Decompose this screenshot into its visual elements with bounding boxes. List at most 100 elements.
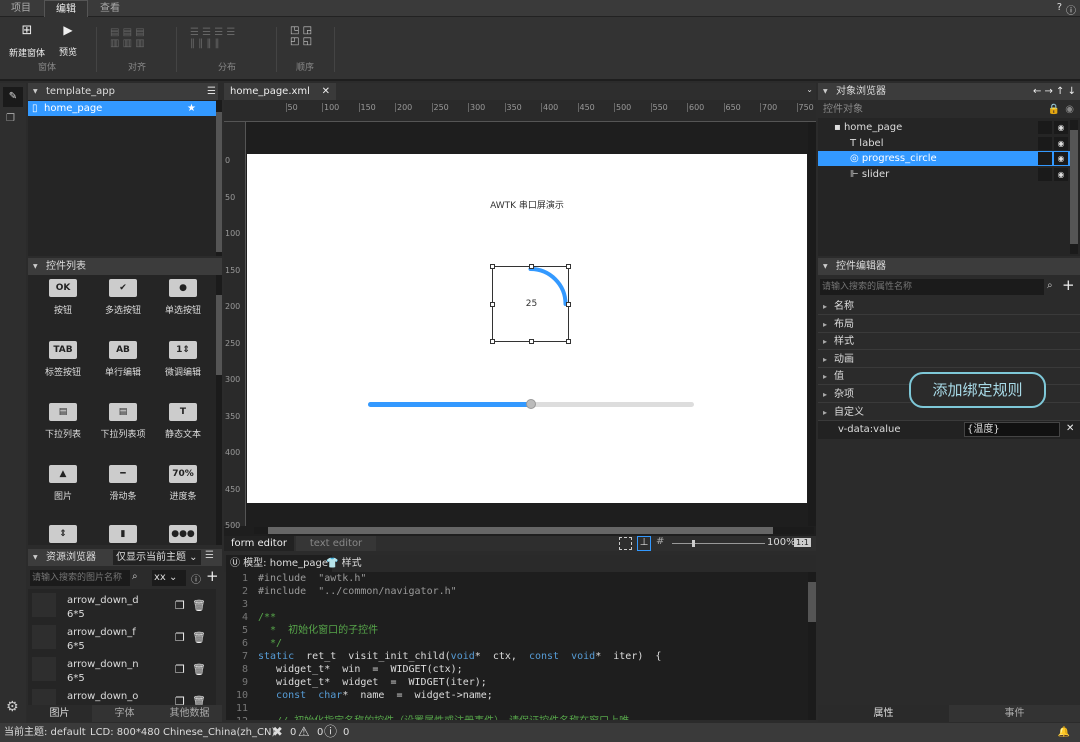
- delete-icon[interactable]: 🗑: [192, 695, 206, 705]
- widget-item[interactable]: ✔ 多选按钮: [92, 279, 154, 316]
- settings-gear-icon[interactable]: ⚙: [6, 699, 19, 715]
- tab-style[interactable]: 👕 样式: [326, 555, 362, 572]
- lock-toggle[interactable]: [1038, 167, 1052, 181]
- favorite-star-icon[interactable]: ★: [187, 101, 196, 116]
- tree-node-label[interactable]: T label ◉: [818, 136, 1070, 151]
- slider-widget[interactable]: [368, 399, 694, 409]
- property-group[interactable]: 名称: [818, 298, 1080, 315]
- tree-node-home-page[interactable]: ▪ home_page ◉: [818, 120, 1070, 135]
- tab-view[interactable]: 查看: [90, 0, 130, 17]
- tree-node-slider[interactable]: ⊩ slider ◉: [818, 167, 1070, 182]
- copy-icon[interactable]: ❐: [175, 695, 185, 705]
- align-icons[interactable]: ▤ ▤ ▤ ▥ ▥ ▥: [110, 27, 145, 49]
- widget-item[interactable]: ▤ 下拉列表: [32, 403, 94, 440]
- widget-list-header[interactable]: 控件列表: [28, 258, 222, 275]
- resource-item[interactable]: arrow_down_d 6*5 ❐ 🗑: [30, 593, 210, 625]
- distribute-icons[interactable]: ☰ ☰ ☰ ☰ ‖ ‖ ‖ ‖: [190, 27, 235, 49]
- design-canvas[interactable]: AWTK 串口屏演示 25: [247, 154, 807, 503]
- copy-icon[interactable]: ❐: [175, 599, 185, 612]
- delete-icon[interactable]: 🗑: [192, 663, 206, 676]
- visibility-eye-icon[interactable]: ◉: [1054, 121, 1068, 134]
- widget-item[interactable]: ▲ 图片: [32, 465, 94, 502]
- resize-handle[interactable]: [529, 264, 534, 269]
- resize-handle[interactable]: [490, 339, 495, 344]
- property-group[interactable]: 布局: [818, 316, 1080, 333]
- search-icon[interactable]: ⌕: [1047, 280, 1053, 291]
- project-scrollbar[interactable]: [216, 100, 222, 256]
- lock-icon[interactable]: 🔒: [1048, 101, 1060, 118]
- error-icon[interactable]: ✖: [272, 723, 283, 742]
- select-box-icon[interactable]: [619, 537, 632, 550]
- widget-item[interactable]: ● 单选按钮: [152, 279, 214, 316]
- grid-icon[interactable]: #: [656, 536, 664, 547]
- resize-handle[interactable]: [566, 339, 571, 344]
- lock-toggle[interactable]: [1038, 136, 1052, 150]
- snap-guide-icon[interactable]: ⊥: [637, 536, 651, 551]
- resource-item[interactable]: arrow_down_n 6*5 ❐ 🗑: [30, 657, 210, 689]
- copy-icon[interactable]: ❐: [175, 631, 185, 644]
- widget-item[interactable]: ▤ 下拉列表项: [92, 403, 154, 440]
- zoom-slider[interactable]: [672, 540, 765, 547]
- remove-icon[interactable]: ✕: [1066, 423, 1074, 434]
- tab-edit[interactable]: 编辑: [44, 0, 88, 17]
- widget-list-scrollbar[interactable]: [216, 275, 222, 545]
- tab-images[interactable]: 图片: [27, 705, 92, 722]
- order-icons[interactable]: ◳ ◲ ◰ ◱: [290, 25, 312, 47]
- search-icon[interactable]: ⌕: [132, 571, 138, 582]
- list-filter-icon[interactable]: ☰: [205, 550, 214, 561]
- visibility-eye-icon[interactable]: ◉: [1054, 152, 1068, 165]
- copy-icon[interactable]: ❐: [175, 663, 185, 676]
- theme-filter-select[interactable]: 仅显示当前主题 ⌄: [113, 550, 201, 565]
- lock-toggle[interactable]: [1038, 121, 1052, 134]
- delete-icon[interactable]: 🗑: [192, 599, 206, 612]
- info-icon[interactable]: ⓘ: [324, 723, 337, 742]
- close-icon[interactable]: ✕: [322, 83, 330, 100]
- canvas-vscrollbar[interactable]: [808, 122, 816, 526]
- code-scrollbar[interactable]: [808, 572, 816, 720]
- move-arrows-icon[interactable]: ← → ↑ ↓: [1033, 83, 1076, 100]
- new-window-button[interactable]: ⊞ 新建窗体: [6, 23, 48, 59]
- resize-handle[interactable]: [490, 264, 495, 269]
- canvas-title-label[interactable]: AWTK 串口屏演示: [247, 198, 807, 211]
- property-search[interactable]: [820, 279, 1044, 295]
- visibility-eye-icon[interactable]: ◉: [1054, 136, 1068, 150]
- progress-circle-widget[interactable]: 25: [490, 264, 571, 344]
- custom-property-value[interactable]: {温度}: [964, 422, 1060, 437]
- widget-item[interactable]: 1⇕ 微调编辑: [152, 341, 214, 378]
- resize-handle[interactable]: [566, 302, 571, 307]
- add-resource-button[interactable]: +: [206, 567, 219, 585]
- resize-handle[interactable]: [529, 339, 534, 344]
- add-property-button[interactable]: +: [1062, 276, 1075, 294]
- tab-events[interactable]: 事件: [949, 705, 1080, 722]
- tab-text-editor[interactable]: text editor: [296, 536, 376, 551]
- bell-icon[interactable]: 🔔: [1058, 723, 1070, 742]
- property-group[interactable]: 样式: [818, 333, 1080, 351]
- widget-item[interactable]: TAB 标签按钮: [32, 341, 94, 378]
- widget-item[interactable]: ▮: [92, 525, 154, 549]
- tab-model[interactable]: Ⓤ 模型: home_page: [226, 555, 333, 572]
- delete-icon[interactable]: 🗑: [192, 631, 206, 644]
- widget-item[interactable]: T 静态文本: [152, 403, 214, 440]
- pages-icon[interactable]: ❐: [6, 113, 15, 124]
- tab-properties[interactable]: 属性: [818, 705, 949, 722]
- warning-icon[interactable]: ⚠: [298, 723, 310, 742]
- image-search-input[interactable]: [30, 570, 130, 586]
- widget-item[interactable]: 70% 进度条: [152, 465, 214, 502]
- visibility-eye-icon[interactable]: ◉: [1054, 167, 1068, 181]
- object-tree-scrollbar[interactable]: [1070, 120, 1078, 254]
- help-circle-icon[interactable]: ⓘ: [191, 571, 201, 586]
- widget-item[interactable]: AB 单行编辑: [92, 341, 154, 378]
- tab-home-page-xml[interactable]: home_page.xml ✕: [224, 83, 336, 100]
- canvas-hscrollbar[interactable]: [254, 527, 814, 534]
- resource-item[interactable]: arrow_down_f 6*5 ❐ 🗑: [30, 625, 210, 657]
- resize-handle[interactable]: [490, 302, 495, 307]
- help-icon[interactable]: ?: [1057, 2, 1062, 13]
- project-header[interactable]: template_app ☰: [28, 83, 218, 100]
- preview-button[interactable]: ▶ 预览: [54, 23, 82, 58]
- tab-form-editor[interactable]: form editor: [224, 536, 294, 551]
- slider-thumb[interactable]: [526, 399, 536, 409]
- info-icon[interactable]: ⓘ: [1066, 2, 1076, 17]
- widget-item[interactable]: OK 按钮: [32, 279, 94, 316]
- tree-node-progress-circle[interactable]: ◎ progress_circle ◉: [818, 151, 1070, 166]
- menu-icon[interactable]: ☰: [207, 83, 216, 100]
